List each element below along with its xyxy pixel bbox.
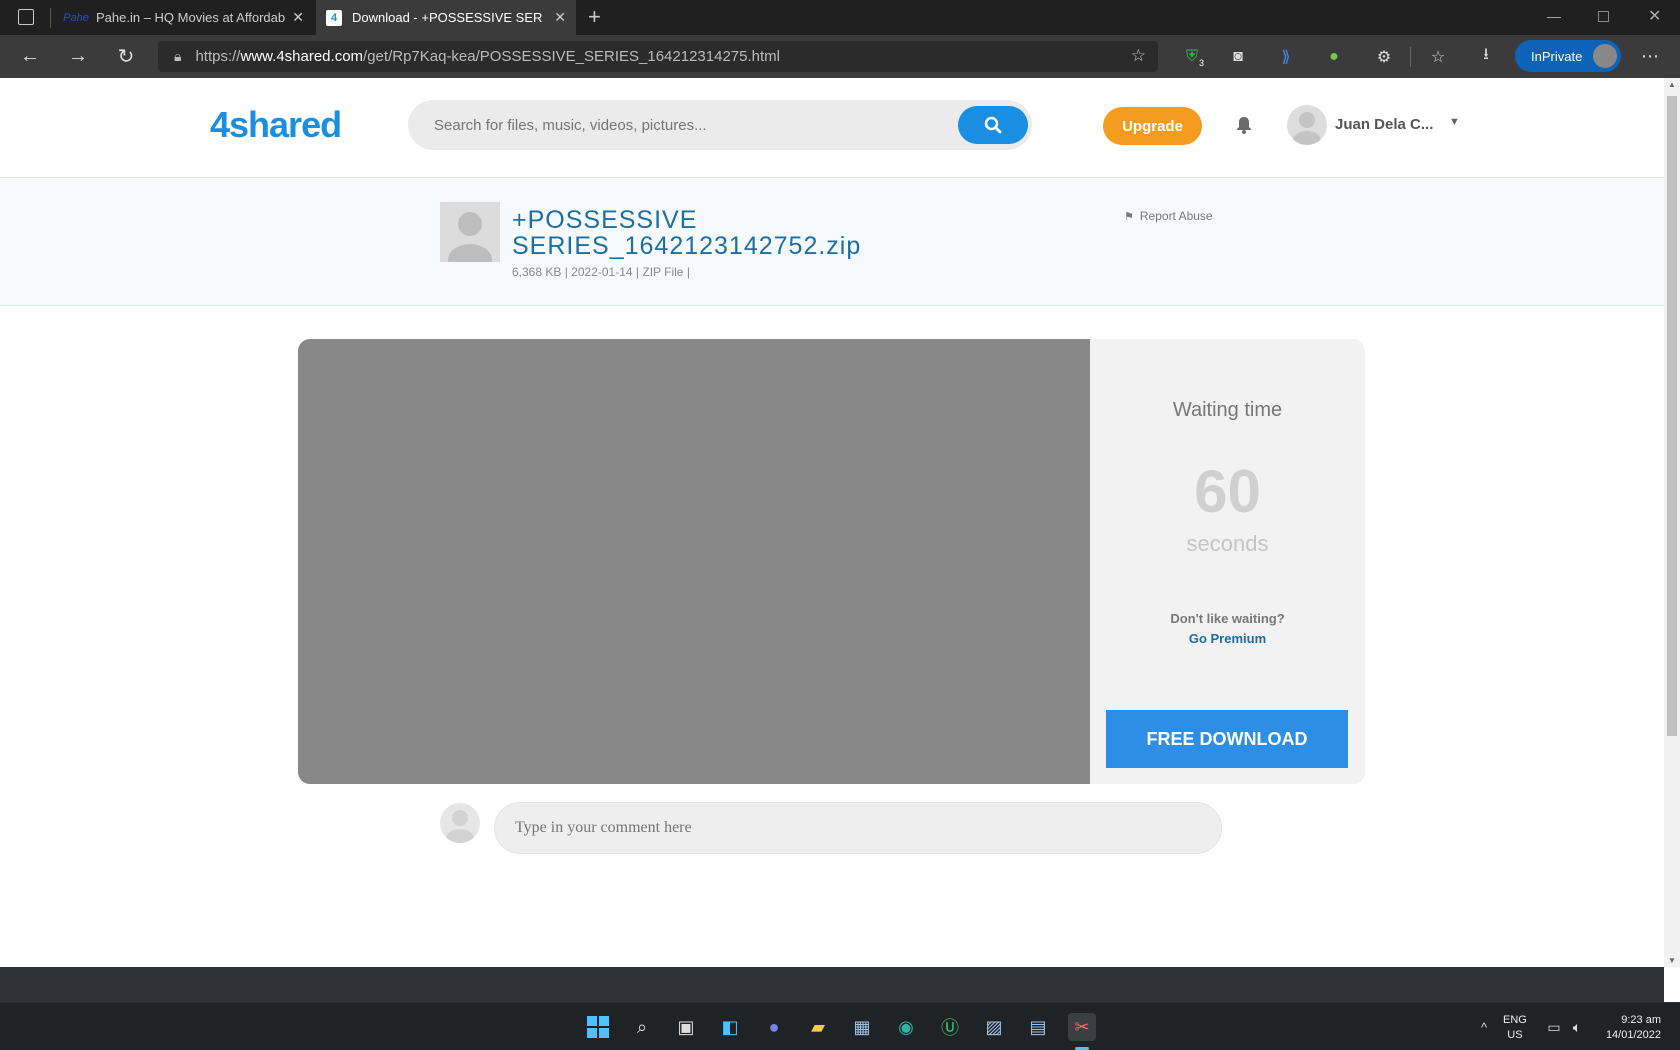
back-button[interactable]: ← bbox=[12, 35, 48, 78]
more-menu-icon[interactable]: ⋯ bbox=[1634, 35, 1666, 78]
free-download-button[interactable]: FREE DOWNLOAD bbox=[1106, 710, 1348, 768]
snipping-tool-icon[interactable]: ✂ bbox=[1068, 1013, 1096, 1041]
site-header: 4shared Upgrade Juan Dela C... ▼ bbox=[0, 78, 1664, 178]
clock[interactable]: 9:23 am 14/01/2022 bbox=[1596, 1013, 1661, 1043]
toolbar-separator bbox=[1410, 47, 1411, 67]
4shared-favicon-icon: 4 bbox=[326, 9, 342, 26]
close-window-button[interactable]: ✕ bbox=[1648, 6, 1661, 26]
tab-pahe[interactable]: Pahe Pahe.in – HQ Movies at Affordab ✕ bbox=[56, 0, 314, 35]
url-prefix: https:// bbox=[195, 48, 241, 65]
file-meta: 6,368 KB | 2022-01-14 | ZIP File | bbox=[512, 265, 690, 279]
mail-app-icon[interactable]: ▤ bbox=[1024, 1013, 1052, 1041]
url-bar[interactable]: 🔒︎ https://www.4shared.com/get/Rp7Kaq-ke… bbox=[158, 41, 1158, 72]
forward-button[interactable]: → bbox=[60, 35, 96, 78]
report-abuse-link[interactable]: ⚑ Report Abuse bbox=[1124, 209, 1213, 223]
profile-avatar bbox=[1593, 44, 1617, 68]
site-logo[interactable]: 4shared bbox=[210, 104, 342, 146]
comment-avatar bbox=[440, 803, 480, 843]
countdown-seconds: 60 bbox=[1194, 458, 1261, 525]
windows-taskbar: ⌕ ▣ ◧ ● ▰ ▦ ◉ Ⓤ ▨ ▤ ✂ ^ ENG US ▭ 🔈︎ 9:23… bbox=[0, 1002, 1680, 1050]
teams-chat-icon[interactable]: ● bbox=[760, 1013, 788, 1041]
language-code: ENG bbox=[1503, 1014, 1527, 1026]
url-domain: www.4shared.com bbox=[240, 48, 364, 65]
new-tab-button[interactable]: + bbox=[588, 4, 601, 30]
close-tab-icon[interactable]: ✕ bbox=[554, 9, 566, 26]
report-abuse-label: Report Abuse bbox=[1139, 209, 1213, 223]
flag-icon: ⚑ bbox=[1124, 210, 1134, 223]
browser-tab-bar: Pahe Pahe.in – HQ Movies at Affordab ✕ 4… bbox=[0, 0, 1680, 35]
scrollbar-thumb[interactable] bbox=[1667, 96, 1677, 736]
scroll-down-icon[interactable]: ▼ bbox=[1668, 956, 1676, 965]
url-path: /get/Rp7Kaq-kea/POSSESSIVE_SERIES_164212… bbox=[363, 48, 780, 65]
extensions-icon[interactable]: ⚙ bbox=[1368, 35, 1400, 78]
search-button[interactable] bbox=[958, 106, 1028, 144]
username[interactable]: Juan Dela C... bbox=[1335, 116, 1433, 133]
clock-time: 9:23 am bbox=[1621, 1014, 1661, 1026]
start-windows-icon[interactable] bbox=[584, 1013, 612, 1041]
lock-icon: 🔒︎ bbox=[174, 48, 182, 64]
extension-badge: 3 bbox=[1198, 58, 1204, 68]
notifications-bell-icon[interactable] bbox=[1232, 112, 1256, 138]
color-extension-icon[interactable]: ● bbox=[1318, 35, 1350, 78]
file-title: +POSSESSIVE SERIES_1642123142752.zip bbox=[512, 206, 862, 260]
clock-date: 14/01/2022 bbox=[1605, 1029, 1661, 1041]
file-info-bar: +POSSESSIVE SERIES_1642123142752.zip 6,3… bbox=[0, 179, 1664, 306]
dont-like-waiting-text: Don't like waiting? bbox=[1170, 611, 1285, 626]
edge-browser-icon[interactable]: ◉ bbox=[892, 1013, 920, 1041]
inprivate-label: InPrivate bbox=[1531, 48, 1583, 64]
user-avatar[interactable] bbox=[1287, 105, 1327, 145]
pahe-favicon-icon: Pahe bbox=[63, 11, 89, 24]
web-page: 4shared Upgrade Juan Dela C... ▼ +POSSES… bbox=[0, 78, 1664, 967]
page-scrollbar[interactable]: ▲ ▼ bbox=[1664, 78, 1680, 967]
tab-title: Pahe.in – HQ Movies at Affordab bbox=[96, 10, 286, 25]
download-sidebar: Waiting time 60 seconds Don't like waiti… bbox=[1090, 339, 1365, 784]
shield-extension-icon[interactable]: ⛨ 3 bbox=[1176, 35, 1208, 78]
search-bar bbox=[408, 100, 1032, 150]
file-type: ZIP File bbox=[642, 265, 684, 279]
widgets-icon[interactable]: ◧ bbox=[716, 1013, 744, 1041]
favorites-icon[interactable]: ☆ bbox=[1422, 35, 1454, 78]
file-owner-avatar bbox=[440, 202, 500, 276]
download-panel: Waiting time 60 seconds Don't like waiti… bbox=[298, 339, 1365, 784]
task-view-icon[interactable]: ▣ bbox=[672, 1013, 700, 1041]
tab-actions-icon[interactable] bbox=[18, 9, 34, 25]
address-toolbar: ← → ↻ 🔒︎ https://www.4shared.com/get/Rp7… bbox=[0, 35, 1680, 78]
tab-title: Download - +POSSESSIVE SERIES bbox=[352, 10, 542, 25]
network-app-icon[interactable]: ▦ bbox=[848, 1013, 876, 1041]
upgrade-button[interactable]: Upgrade bbox=[1103, 107, 1202, 145]
go-premium-link[interactable]: Go Premium bbox=[1090, 631, 1365, 646]
add-favorite-icon[interactable]: ☆ bbox=[1131, 46, 1146, 66]
ad-placeholder bbox=[298, 339, 1090, 784]
site-footer-bar bbox=[0, 967, 1664, 1002]
chevron-down-icon[interactable]: ▼ bbox=[1449, 116, 1460, 128]
refresh-button[interactable]: ↻ bbox=[108, 35, 144, 78]
file-date: 2022-01-14 bbox=[571, 265, 633, 279]
comment-input[interactable] bbox=[515, 803, 1195, 853]
waiting-time-title: Waiting time bbox=[1172, 399, 1283, 421]
photos-app-icon[interactable]: ▨ bbox=[980, 1013, 1008, 1041]
file-explorer-icon[interactable]: ▰ bbox=[804, 1013, 832, 1041]
language-indicator[interactable]: ENG US bbox=[1503, 1013, 1527, 1043]
search-icon bbox=[984, 116, 1002, 134]
region-code: US bbox=[1507, 1029, 1523, 1041]
camera-extension-icon[interactable]: ◙ bbox=[1222, 35, 1254, 78]
volume-icon[interactable]: 🔈︎ bbox=[1563, 1013, 1591, 1041]
tab-separator bbox=[50, 8, 51, 28]
tab-4shared-download[interactable]: 4 Download - +POSSESSIVE SERIES ✕ bbox=[316, 0, 576, 35]
upwork-icon[interactable]: Ⓤ bbox=[936, 1013, 964, 1041]
restore-button[interactable] bbox=[1598, 11, 1609, 22]
file-size: 6,368 KB bbox=[512, 265, 562, 279]
search-icon[interactable]: ⌕ bbox=[628, 1013, 656, 1041]
downloads-icon[interactable]: ⭳ bbox=[1470, 35, 1502, 78]
show-hidden-icons[interactable]: ^ bbox=[1470, 1013, 1498, 1041]
close-tab-icon[interactable]: ✕ bbox=[292, 9, 304, 26]
read-aloud-icon[interactable]: ⟫ bbox=[1270, 35, 1302, 78]
scroll-up-icon[interactable]: ▲ bbox=[1668, 80, 1676, 89]
comment-box bbox=[494, 802, 1222, 854]
search-input[interactable] bbox=[434, 100, 914, 150]
minimize-button[interactable]: — bbox=[1547, 8, 1561, 24]
inprivate-button[interactable]: InPrivate bbox=[1515, 40, 1621, 72]
countdown-unit: seconds bbox=[1186, 531, 1269, 556]
